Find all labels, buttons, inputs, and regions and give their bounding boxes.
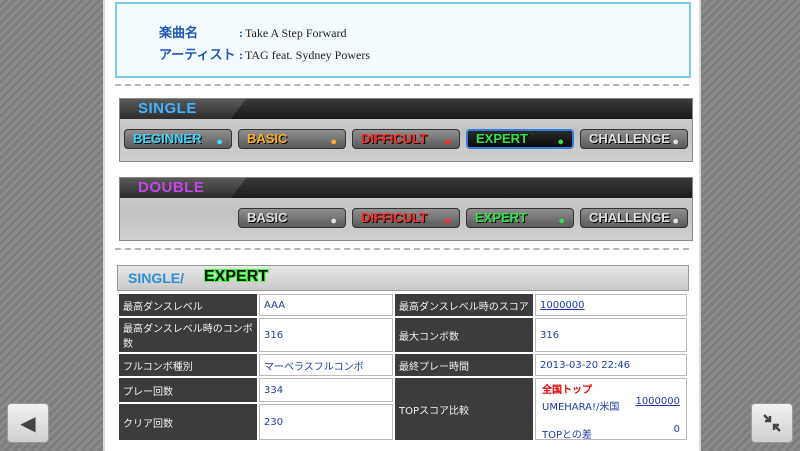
divider <box>115 248 689 250</box>
single-difficulty-button[interactable]: BASIC ● <box>238 129 346 149</box>
back-button[interactable]: ◀ <box>7 403 49 443</box>
difficulty-label: EXPERT <box>476 131 529 146</box>
difficulty-label: BASIC <box>247 210 288 225</box>
song-title-row: 楽曲名: Take A Step Forward <box>159 22 346 41</box>
detail-difficulty: EXPERT <box>204 268 269 285</box>
song-artist-row: アーティスト: TAG feat. Sydney Powers <box>159 44 370 63</box>
stat-label: 最高ダンスレベル <box>119 294 257 316</box>
song-artist-value: TAG feat. Sydney Powers <box>245 48 371 62</box>
stat-label: 最高ダンスレベル時のコンボ数 <box>119 318 257 352</box>
footprint-icon: ● <box>330 215 337 227</box>
song-artist-label: アーティスト <box>159 48 236 63</box>
stat-value: 2013-03-20 22:46 <box>535 354 687 376</box>
single-panel: SINGLE BEGINNER ● BASIC ● DIFFICULT ● EXPERT ● C… <box>119 98 693 162</box>
footprint-icon: ● <box>216 136 223 148</box>
song-info-box: 楽曲名: Take A Step Forward アーティスト: TAG feat.… <box>115 2 691 78</box>
footprint-icon: ● <box>558 215 565 227</box>
difficulty-label: DIFFICULT <box>361 131 428 146</box>
difficulty-label: BEGINNER <box>133 131 202 146</box>
collapse-button[interactable] <box>751 403 793 443</box>
single-difficulty-button[interactable]: CHALLENGE ● <box>580 129 688 149</box>
footprint-icon: ● <box>330 136 337 148</box>
stat-label: 最終プレー時間 <box>395 354 533 376</box>
collapse-icon <box>763 414 781 432</box>
stat-value: 316 <box>259 318 393 352</box>
stat-label: クリア回数 <box>119 404 257 440</box>
stat-label: TOPスコア比較 <box>395 378 533 440</box>
single-panel-title: SINGLE <box>138 100 197 117</box>
footprint-icon: ● <box>557 136 564 148</box>
table-row: 最高ダンスレベル AAA 最高ダンスレベル時のスコア 1000000 <box>119 294 687 316</box>
song-title-value: Take A Step Forward <box>245 26 347 40</box>
difficulty-label: CHALLENGE <box>589 210 670 225</box>
stat-value: 230 <box>259 404 393 440</box>
stat-value: 334 <box>259 378 393 403</box>
stat-value: 316 <box>535 318 687 352</box>
stat-value: AAA <box>259 294 393 316</box>
divider <box>115 84 689 86</box>
double-difficulty-button[interactable]: EXPERT ● <box>466 208 574 228</box>
top-player-name: UMEHARA!/米国 <box>542 402 620 413</box>
top-score-box: 全国トップ UMEHARA!/米国 1000000 TOPとの差 0 <box>540 381 682 441</box>
double-difficulty-button[interactable]: CHALLENGE ● <box>580 208 688 228</box>
footprint-icon: ● <box>444 215 451 227</box>
stat-label: 最高ダンスレベル時のスコア <box>395 294 533 316</box>
content-page: 楽曲名: Take A Step Forward アーティスト: TAG feat.… <box>103 0 701 451</box>
detail-mode: SINGLE/ <box>128 270 185 286</box>
difficulty-label: EXPERT <box>475 210 528 225</box>
double-difficulty-button[interactable]: BASIC ● <box>238 208 346 228</box>
difficulty-label: BASIC <box>247 131 288 146</box>
difficulty-label: DIFFICULT <box>361 210 428 225</box>
table-row: 最高ダンスレベル時のコンボ数 316 最大コンボ数 316 <box>119 318 687 352</box>
top-diff-label: TOPとの差 <box>542 430 592 441</box>
stats-table: 最高ダンスレベル AAA 最高ダンスレベル時のスコア 1000000 最高ダンス… <box>117 292 689 442</box>
stat-label: フルコンボ種別 <box>119 354 257 376</box>
table-row: フルコンボ種別 マーベラスフルコンボ 最終プレー時間 2013-03-20 22… <box>119 354 687 376</box>
back-arrow-icon: ◀ <box>20 411 36 435</box>
difficulty-label: CHALLENGE <box>589 131 670 146</box>
footprint-icon: ● <box>444 136 451 148</box>
footprint-icon: ● <box>672 215 679 227</box>
double-difficulty-button[interactable]: DIFFICULT ● <box>352 208 460 228</box>
stat-label: プレー回数 <box>119 378 257 403</box>
top-national-label: 全国トップ <box>542 385 592 396</box>
footprint-icon: ● <box>672 136 679 148</box>
single-difficulty-button[interactable]: DIFFICULT ● <box>352 129 460 149</box>
stat-value: マーベラスフルコンボ <box>259 354 393 376</box>
top-score-link[interactable]: 1000000 <box>635 396 680 407</box>
double-panel-title: DOUBLE <box>138 179 205 196</box>
single-difficulty-button[interactable]: BEGINNER ● <box>124 129 232 149</box>
score-link[interactable]: 1000000 <box>540 300 585 311</box>
double-panel: DOUBLE BASIC ● DIFFICULT ● EXPERT ● CHALLENGE ● <box>119 177 693 241</box>
stat-label: 最大コンボ数 <box>395 318 533 352</box>
top-diff-value: 0 <box>673 424 680 435</box>
song-title-label: 楽曲名 <box>159 26 199 41</box>
detail-header: SINGLE/ EXPERT <box>117 265 689 291</box>
single-difficulty-button[interactable]: EXPERT ● <box>466 129 574 149</box>
table-row: プレー回数 334 TOPスコア比較 全国トップ UMEHARA!/米国 100… <box>119 378 687 441</box>
